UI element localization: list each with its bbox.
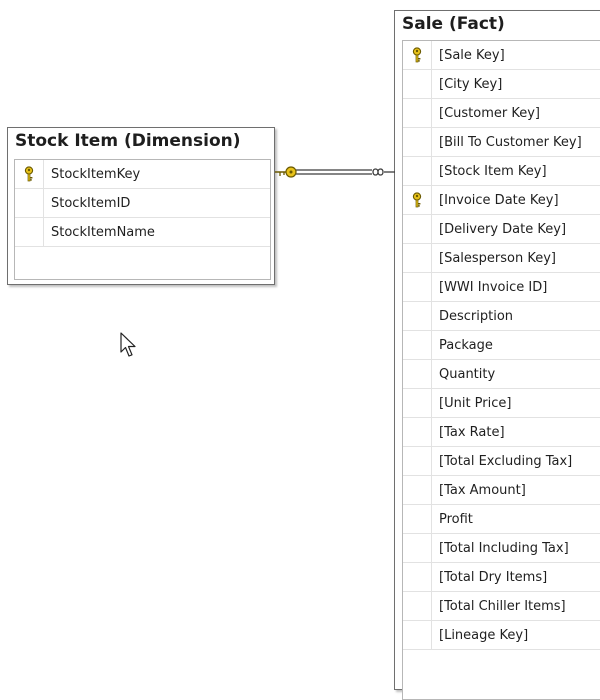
column-name: [Stock Item Key]: [439, 163, 547, 179]
row-selector[interactable]: [403, 447, 432, 475]
column-name: [Delivery Date Key]: [439, 221, 567, 237]
column-name: [City Key]: [439, 76, 503, 92]
column-name: [Sale Key]: [439, 47, 505, 63]
column-row[interactable]: [Customer Key]: [403, 99, 600, 128]
many-end-infinity-icon: [372, 168, 395, 176]
column-name: [Tax Rate]: [439, 424, 505, 440]
column-name: [WWI Invoice ID]: [439, 279, 548, 295]
row-selector[interactable]: [403, 476, 432, 504]
column-name: [Total Including Tax]: [439, 540, 569, 556]
row-selector[interactable]: [403, 70, 432, 98]
column-name: [Invoice Date Key]: [439, 192, 559, 208]
stock-item-title[interactable]: Stock Item (Dimension): [8, 128, 274, 158]
column-row[interactable]: [Total Chiller Items]: [403, 592, 600, 621]
column-row[interactable]: [Tax Rate]: [403, 418, 600, 447]
column-row[interactable]: [Sale Key]: [403, 41, 600, 70]
row-selector[interactable]: [15, 218, 44, 246]
row-selector[interactable]: [403, 244, 432, 272]
row-selector[interactable]: [403, 534, 432, 562]
column-name: [Total Excluding Tax]: [439, 453, 573, 469]
row-selector[interactable]: [403, 186, 432, 214]
column-row[interactable]: StockItemName: [15, 218, 270, 247]
row-selector[interactable]: [403, 592, 432, 620]
column-row[interactable]: StockItemKey: [15, 160, 270, 189]
row-selector[interactable]: [403, 505, 432, 533]
column-row[interactable]: [Total Including Tax]: [403, 534, 600, 563]
column-row[interactable]: [Stock Item Key]: [403, 157, 600, 186]
column-row[interactable]: [WWI Invoice ID]: [403, 273, 600, 302]
column-row[interactable]: [Delivery Date Key]: [403, 215, 600, 244]
column-name: Profit: [439, 511, 473, 527]
column-row[interactable]: [Unit Price]: [403, 389, 600, 418]
row-selector[interactable]: [403, 273, 432, 301]
row-selector[interactable]: [403, 389, 432, 417]
column-name: [Unit Price]: [439, 395, 512, 411]
column-row[interactable]: Package: [403, 331, 600, 360]
row-selector[interactable]: [403, 99, 432, 127]
row-selector[interactable]: [403, 128, 432, 156]
sale-table[interactable]: Sale (Fact) [Sale Key] [City Key] [Custome…: [394, 10, 600, 700]
relationship-line[interactable]: [296, 169, 372, 175]
one-end-key-icon: [275, 166, 297, 178]
primary-key-icon: [411, 192, 423, 208]
column-row[interactable]: Description: [403, 302, 600, 331]
column-row[interactable]: [Total Dry Items]: [403, 563, 600, 592]
column-row[interactable]: Profit: [403, 505, 600, 534]
primary-key-icon: [23, 166, 35, 182]
column-name: [Lineage Key]: [439, 627, 529, 643]
column-name: Description: [439, 308, 514, 324]
stock-item-columns: StockItemKey StockItemID StockItemName: [14, 159, 271, 280]
column-row[interactable]: [City Key]: [403, 70, 600, 99]
column-name: [Tax Amount]: [439, 482, 526, 498]
stock-item-table[interactable]: Stock Item (Dimension) StockItemKey Stoc…: [7, 127, 275, 285]
row-selector[interactable]: [403, 621, 432, 649]
column-row[interactable]: [Invoice Date Key]: [403, 186, 600, 215]
mouse-cursor-icon: [120, 332, 136, 357]
row-selector[interactable]: [403, 215, 432, 243]
row-selector[interactable]: [403, 563, 432, 591]
column-name: [Total Chiller Items]: [439, 598, 566, 614]
column-row[interactable]: [Tax Amount]: [403, 476, 600, 505]
row-selector[interactable]: [403, 157, 432, 185]
row-selector[interactable]: [403, 418, 432, 446]
column-row[interactable]: [Salesperson Key]: [403, 244, 600, 273]
row-selector[interactable]: [15, 160, 44, 188]
column-name: StockItemName: [51, 224, 155, 240]
column-name: StockItemID: [51, 195, 131, 211]
row-selector[interactable]: [403, 302, 432, 330]
column-name: [Total Dry Items]: [439, 569, 548, 585]
column-row[interactable]: StockItemID: [15, 189, 270, 218]
row-selector[interactable]: [403, 331, 432, 359]
column-name: Quantity: [439, 366, 496, 382]
row-selector[interactable]: [403, 360, 432, 388]
column-row[interactable]: [Total Excluding Tax]: [403, 447, 600, 476]
sale-title[interactable]: Sale (Fact): [395, 11, 600, 41]
primary-key-icon: [411, 47, 423, 63]
column-name: Package: [439, 337, 493, 353]
column-name: [Salesperson Key]: [439, 250, 557, 266]
column-name: StockItemKey: [51, 166, 141, 182]
column-name: [Bill To Customer Key]: [439, 134, 582, 150]
sale-columns: [Sale Key] [City Key] [Customer Key] [Bill …: [402, 40, 600, 700]
column-row[interactable]: [Lineage Key]: [403, 621, 600, 650]
column-row[interactable]: Quantity: [403, 360, 600, 389]
column-name: [Customer Key]: [439, 105, 540, 121]
column-row[interactable]: [Bill To Customer Key]: [403, 128, 600, 157]
row-selector[interactable]: [15, 189, 44, 217]
row-selector[interactable]: [403, 41, 432, 69]
